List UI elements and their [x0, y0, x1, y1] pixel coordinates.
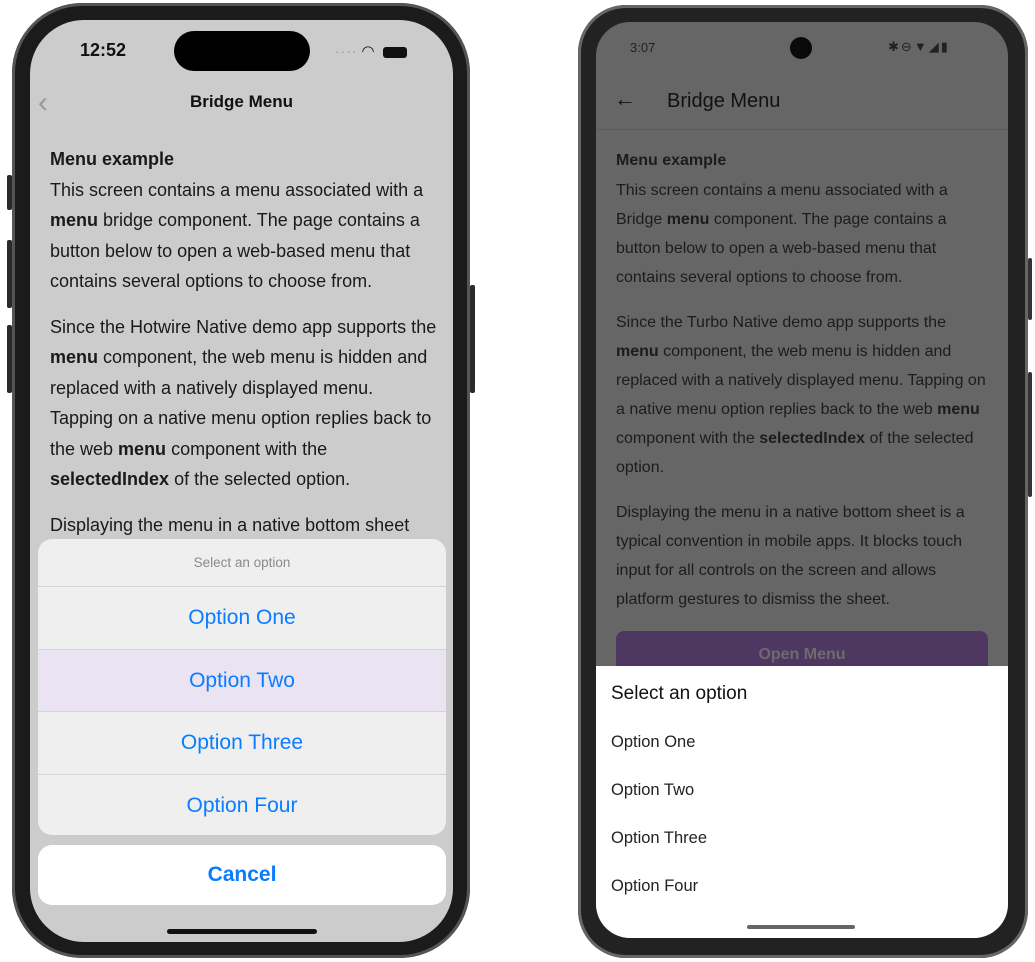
action-sheet: Select an option Option One Option Two O…	[38, 539, 446, 835]
option-one-item[interactable]: Option One	[611, 733, 695, 752]
option-four-button[interactable]: Option Four	[38, 775, 446, 836]
cancel-button[interactable]: Cancel	[38, 845, 446, 905]
option-two-button[interactable]: Option Two	[38, 649, 446, 712]
option-one-button[interactable]: Option One	[38, 587, 446, 650]
android-power-button	[1028, 258, 1032, 320]
content-heading: Menu example	[50, 149, 175, 169]
option-three-button[interactable]: Option Three	[38, 712, 446, 775]
paragraph-text: Displaying the menu in a native bottom s…	[50, 514, 410, 535]
back-arrow-icon[interactable]: ←	[614, 86, 636, 112]
option-four-item[interactable]: Option Four	[611, 877, 698, 896]
content-paragraph: Displaying the menu in a native bottom s…	[50, 510, 440, 541]
paragraph-text: component with the	[616, 430, 760, 447]
bold-term: menu	[666, 211, 710, 228]
ios-screen: 12:52 ···· ◠ ‹ Bridge Menu Menu example …	[30, 20, 453, 942]
paragraph-text: Displaying the menu in a native bottom s…	[616, 504, 965, 608]
option-two-item[interactable]: Option Two	[611, 781, 694, 800]
content-paragraph: This screen contains a menu associated w…	[50, 175, 440, 297]
home-indicator[interactable]	[167, 929, 317, 934]
content-paragraph: Displaying the menu in a native bottom s…	[616, 498, 990, 614]
action-sheet-title: Select an option	[38, 539, 446, 587]
content-paragraph: Since the Hotwire Native demo app suppor…	[50, 312, 440, 495]
iphone-volume-up-button	[7, 240, 12, 308]
bold-term: menu	[118, 438, 167, 459]
paragraph-text: of the selected option.	[169, 469, 351, 489]
bold-term: menu	[50, 347, 99, 367]
option-three-item[interactable]: Option Three	[611, 829, 707, 848]
signal-icon: ◢	[928, 39, 941, 54]
wifi-icon: ◠	[361, 43, 375, 60]
page-content: Menu example This screen contains a menu…	[50, 144, 440, 555]
bold-term: selectedIndex	[759, 430, 866, 447]
paragraph-text: component with the	[166, 438, 328, 459]
content-heading: Menu example	[616, 152, 727, 169]
content-paragraph: Since the Turbo Native demo app supports…	[616, 308, 990, 482]
paragraph-text: Since the Turbo Native demo app supports…	[616, 314, 946, 331]
android-screen: 3:07 ✱⊖▼◢▮ ← Bridge Menu Menu example Th…	[596, 22, 1008, 938]
status-icons: ✱⊖▼◢▮	[888, 39, 950, 55]
paragraph-text: bridge component. The page contains a bu…	[50, 210, 420, 291]
toolbar-title: Bridge Menu	[667, 90, 781, 112]
battery-icon	[382, 46, 407, 58]
status-icons: ···· ◠	[335, 42, 407, 60]
do-not-disturb-icon: ⊖	[900, 39, 914, 54]
bold-term: menu	[937, 401, 980, 418]
paragraph-text: component, the web menu is hidden and re…	[616, 343, 986, 418]
page-content: Menu example This screen contains a menu…	[616, 146, 990, 630]
android-volume-button	[1028, 372, 1032, 497]
bluetooth-icon: ✱	[888, 39, 901, 54]
toolbar-divider	[596, 129, 1008, 130]
paragraph-text: Since the Hotwire Native demo app suppor…	[50, 316, 437, 337]
signal-dots-icon: ····	[335, 43, 358, 59]
battery-icon: ▮	[940, 39, 950, 54]
dynamic-island	[174, 31, 310, 71]
bold-term: menu	[616, 343, 659, 360]
nav-title: Bridge Menu	[190, 92, 293, 111]
iphone-action-button	[7, 175, 12, 210]
bold-term: menu	[50, 210, 99, 230]
iphone-volume-down-button	[7, 325, 12, 393]
front-camera	[790, 37, 812, 59]
bottom-sheet: Select an option Option One Option Two O…	[596, 666, 1008, 938]
paragraph-text: This screen contains a menu associated w…	[50, 179, 424, 200]
status-time: 12:52	[80, 40, 127, 60]
iphone-side-button	[470, 285, 475, 393]
content-paragraph: This screen contains a menu associated w…	[616, 176, 990, 292]
bold-term: selectedIndex	[50, 469, 170, 489]
bottom-sheet-title: Select an option	[611, 683, 748, 704]
status-time: 3:07	[630, 40, 656, 55]
wifi-icon: ▼	[913, 39, 929, 54]
gesture-handle[interactable]	[747, 925, 855, 929]
